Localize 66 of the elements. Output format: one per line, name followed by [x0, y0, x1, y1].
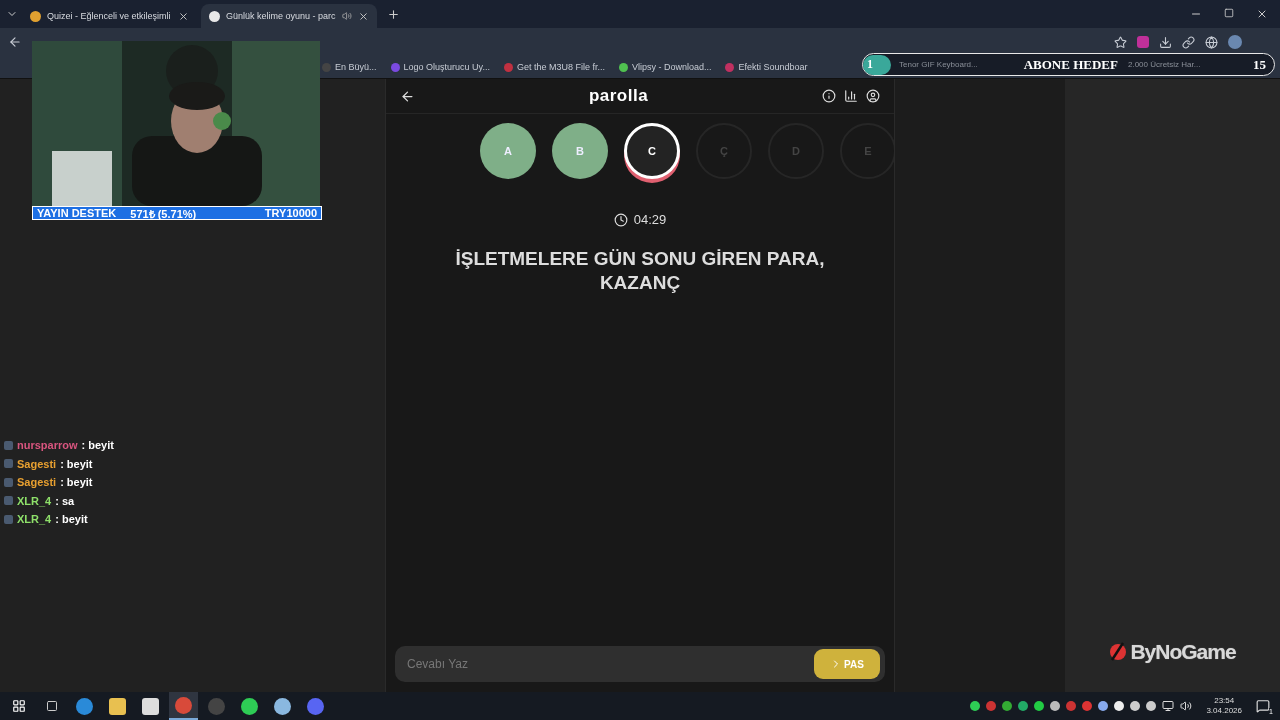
- new-tab-icon[interactable]: [386, 7, 400, 21]
- tray-icon[interactable]: [1002, 701, 1013, 711]
- chat-username: XLR_4: [17, 513, 52, 526]
- chat-message: : beyit: [60, 457, 93, 470]
- chat-message: : beyit: [81, 439, 114, 452]
- speaker-icon: [341, 11, 352, 21]
- timer: 04:29: [633, 212, 667, 227]
- clock-icon: [613, 212, 628, 227]
- tray-icon[interactable]: [1034, 701, 1045, 711]
- donation-goal: TRY10000: [264, 207, 317, 219]
- letter-circle: B: [552, 123, 608, 179]
- tab-title: Günlük kelime oyunu - parc: [226, 11, 336, 21]
- chat-message: : sa: [55, 494, 75, 507]
- translate-icon[interactable]: [1205, 35, 1218, 49]
- close-icon[interactable]: [357, 10, 369, 22]
- tray-icon[interactable]: [1114, 701, 1125, 711]
- clock-time: 23:54: [1214, 696, 1235, 706]
- user-icon[interactable]: [866, 89, 880, 103]
- chat-message: : beyit: [55, 513, 88, 526]
- download-icon[interactable]: [1159, 35, 1172, 49]
- clock-date: 3.04.2026: [1206, 706, 1242, 716]
- network-icon[interactable]: [1162, 700, 1175, 712]
- bookmark[interactable]: 2.000 Ücretsiz Har...: [1127, 60, 1201, 69]
- stats-icon[interactable]: [844, 89, 858, 103]
- goal-title: ABONE HEDEF: [1023, 56, 1118, 73]
- tray-icon[interactable]: [1146, 701, 1157, 711]
- letter-circle: C: [624, 123, 680, 179]
- close-icon[interactable]: [178, 10, 189, 22]
- chat-username: Sagesti: [17, 476, 57, 489]
- volume-icon[interactable]: [1180, 700, 1193, 712]
- back-icon[interactable]: [8, 35, 22, 49]
- tab-title: Quizei - Eğlenceli ve etkileşimli: [47, 11, 172, 21]
- donation-label: YAYIN DESTEK: [37, 207, 117, 219]
- logo: ByNoGame: [1109, 640, 1236, 664]
- bookmark-star-icon[interactable]: [1114, 35, 1127, 49]
- letter-circle: A: [480, 123, 536, 179]
- tray-icon[interactable]: [1098, 701, 1109, 711]
- question-text: İŞLETMELERE GÜN SONU GİREN PARA, KAZANÇ: [454, 247, 826, 295]
- link-icon[interactable]: [1182, 35, 1195, 49]
- bookmark[interactable]: Vlipsy - Download...: [618, 62, 712, 72]
- site-icon: [209, 10, 220, 22]
- bookmark[interactable]: Logo Oluşturucu Uy...: [390, 62, 490, 72]
- tray-icon[interactable]: [1130, 701, 1141, 711]
- goal-count: 1: [863, 54, 891, 75]
- tray-icon[interactable]: [970, 701, 981, 711]
- profile-avatar[interactable]: [1228, 35, 1242, 49]
- browser-tab[interactable]: Günlük kelime oyunu - parc: [201, 4, 377, 28]
- donation-amount: 571₺ (5.71%): [130, 206, 197, 221]
- close-icon[interactable]: [1256, 8, 1268, 20]
- chat-message: : beyit: [60, 476, 93, 489]
- site-icon: [30, 10, 41, 22]
- bookmark[interactable]: Efekti Soundboar: [725, 62, 808, 72]
- maximize-icon[interactable]: [1224, 8, 1234, 18]
- chat-username: XLR_4: [17, 494, 52, 507]
- bookmark[interactable]: Get the M3U8 File fr...: [503, 62, 605, 72]
- info-icon[interactable]: [822, 89, 836, 103]
- game-title: parolla: [587, 86, 650, 106]
- bookmark[interactable]: En Büyü...: [322, 62, 377, 72]
- browser-tab[interactable]: Quizei - Eğlenceli ve etkileşimli: [22, 4, 197, 28]
- goal-target: 15: [1253, 56, 1266, 73]
- chat-username: Sagesti: [17, 457, 57, 470]
- bookmark[interactable]: Tenor GIF Keyboard...: [899, 60, 978, 69]
- tray-icon[interactable]: [1050, 701, 1061, 711]
- tray-icon[interactable]: [1018, 701, 1029, 711]
- back-icon[interactable]: [400, 88, 415, 104]
- chat-username: nursparrow: [17, 439, 78, 452]
